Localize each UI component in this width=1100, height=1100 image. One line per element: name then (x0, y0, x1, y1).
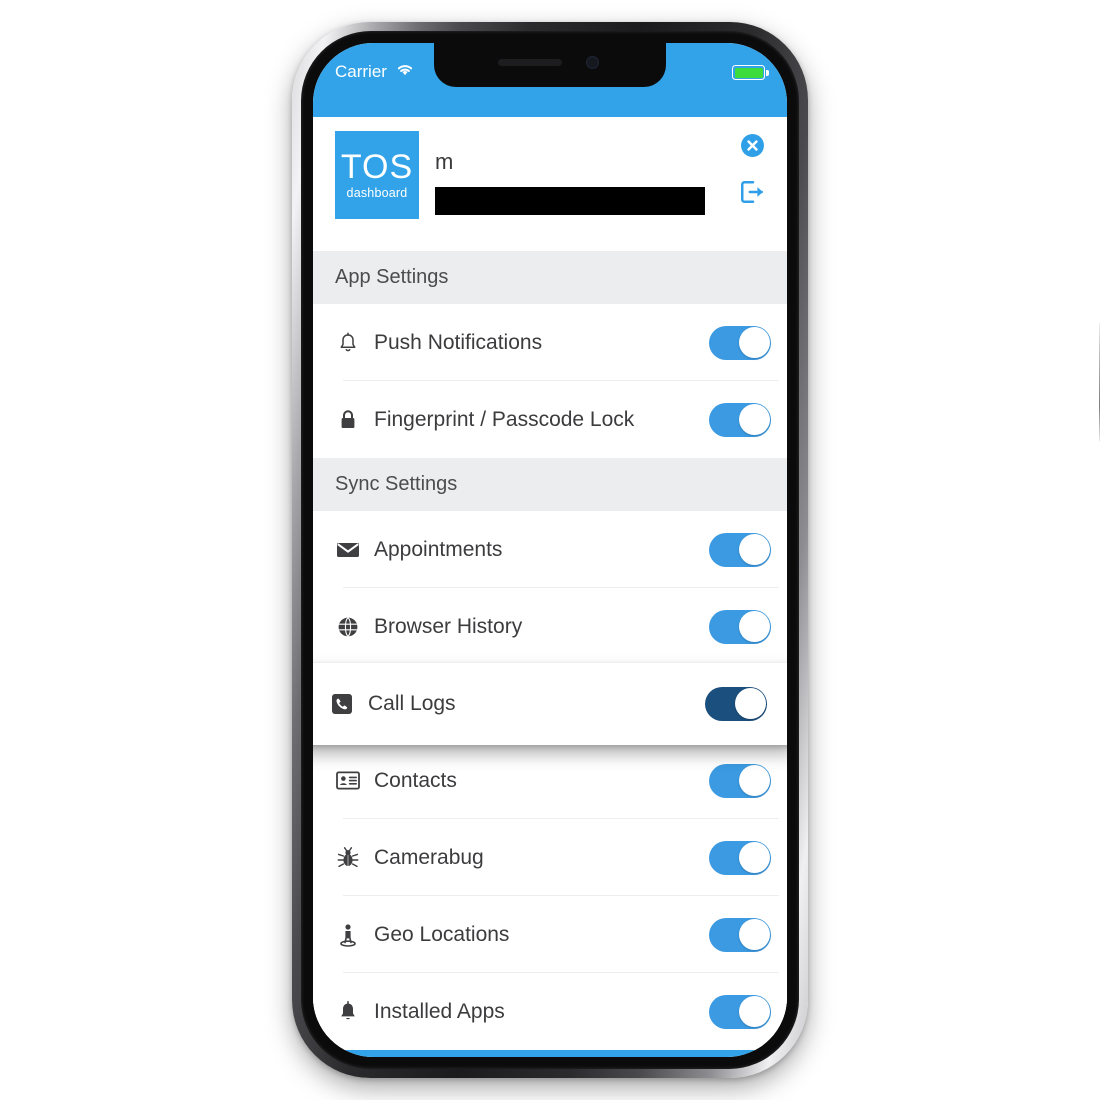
setting-label: Browser History (374, 614, 523, 638)
toggle-knob (738, 534, 770, 565)
setting-row-camerabug[interactable]: Camerabug (313, 819, 787, 896)
header-actions (739, 133, 765, 210)
setting-row-call-logs[interactable]: Call Logs (313, 662, 787, 745)
status-bar: Carrier (313, 43, 787, 117)
setting-row-contacts[interactable]: Contacts (313, 742, 787, 819)
toggle-appointments[interactable] (709, 532, 771, 567)
toggle-knob (738, 327, 770, 358)
phone-bezel: Carrier TOS dashboard m App Settings Pus… (301, 31, 799, 1069)
notch (434, 43, 666, 87)
lock-icon (335, 409, 361, 431)
setting-row-browser-history[interactable]: Browser History (313, 588, 787, 665)
account-name: m (435, 149, 454, 174)
section-header-sync-settings: Sync Settings (313, 458, 787, 511)
setting-row-appointments[interactable]: Appointments (313, 511, 787, 588)
bug-icon (335, 846, 361, 869)
setting-label: Camerabug (374, 845, 484, 869)
app-header: TOS dashboard m (313, 117, 787, 251)
bell-filled-icon (335, 1000, 361, 1023)
phone-screen: Carrier TOS dashboard m App Settings Pus… (313, 43, 787, 1057)
toggle-knob (734, 688, 766, 719)
redacted-account-field (435, 187, 705, 215)
bottom-bar (313, 1050, 787, 1057)
toggle-camerabug[interactable] (709, 840, 771, 875)
globe-icon (335, 616, 361, 638)
setting-label: Installed Apps (374, 999, 505, 1023)
toggle-knob (738, 842, 770, 873)
wifi-icon (395, 62, 415, 82)
toggle-knob (738, 611, 770, 642)
logout-icon[interactable] (739, 179, 765, 210)
setting-label: Appointments (374, 537, 503, 561)
carrier-status: Carrier (335, 62, 415, 82)
setting-label: Contacts (374, 768, 457, 792)
toggle-geo-locations[interactable] (709, 917, 771, 952)
front-camera-icon (586, 56, 599, 69)
location-person-icon (335, 923, 361, 947)
setting-label: Fingerprint / Passcode Lock (374, 407, 635, 431)
settings-list: App Settings Push Notifications Fingerpr… (313, 251, 787, 1050)
bell-outline-icon (335, 331, 361, 354)
battery-icon (732, 65, 769, 80)
tos-dashboard-logo: TOS dashboard (335, 131, 419, 219)
setting-label: Call Logs (368, 691, 456, 715)
toggle-fingerprint-passcode-lock[interactable] (709, 402, 771, 437)
toggle-push-notifications[interactable] (709, 325, 771, 360)
setting-label: Geo Locations (374, 922, 510, 946)
close-circle-icon[interactable] (740, 133, 765, 163)
phone-frame: Carrier TOS dashboard m App Settings Pus… (292, 22, 1100, 1078)
call-logs-row-slot: Call Logs (313, 662, 787, 745)
carrier-label: Carrier (335, 62, 387, 81)
setting-label: Push Notifications (374, 330, 543, 354)
setting-row-installed-apps[interactable]: Installed Apps (313, 973, 787, 1050)
toggle-knob (738, 404, 770, 435)
phone-square-icon (329, 693, 355, 715)
toggle-knob (738, 919, 770, 950)
setting-row-push-notifications[interactable]: Push Notifications (313, 304, 787, 381)
toggle-installed-apps[interactable] (709, 994, 771, 1029)
toggle-contacts[interactable] (709, 763, 771, 798)
envelope-icon (335, 541, 361, 559)
earpiece-speaker (498, 59, 562, 66)
setting-row-geo-locations[interactable]: Geo Locations (313, 896, 787, 973)
battery-fill (734, 67, 763, 78)
id-card-icon (335, 771, 361, 790)
toggle-browser-history[interactable] (709, 609, 771, 644)
section-header-app-settings: App Settings (313, 251, 787, 304)
logo-subtitle: dashboard (346, 186, 408, 201)
logo-title: TOS (340, 148, 414, 187)
toggle-knob (738, 996, 770, 1027)
toggle-call-logs[interactable] (705, 686, 767, 721)
toggle-knob (738, 765, 770, 796)
setting-row-fingerprint-passcode-lock[interactable]: Fingerprint / Passcode Lock (313, 381, 787, 458)
